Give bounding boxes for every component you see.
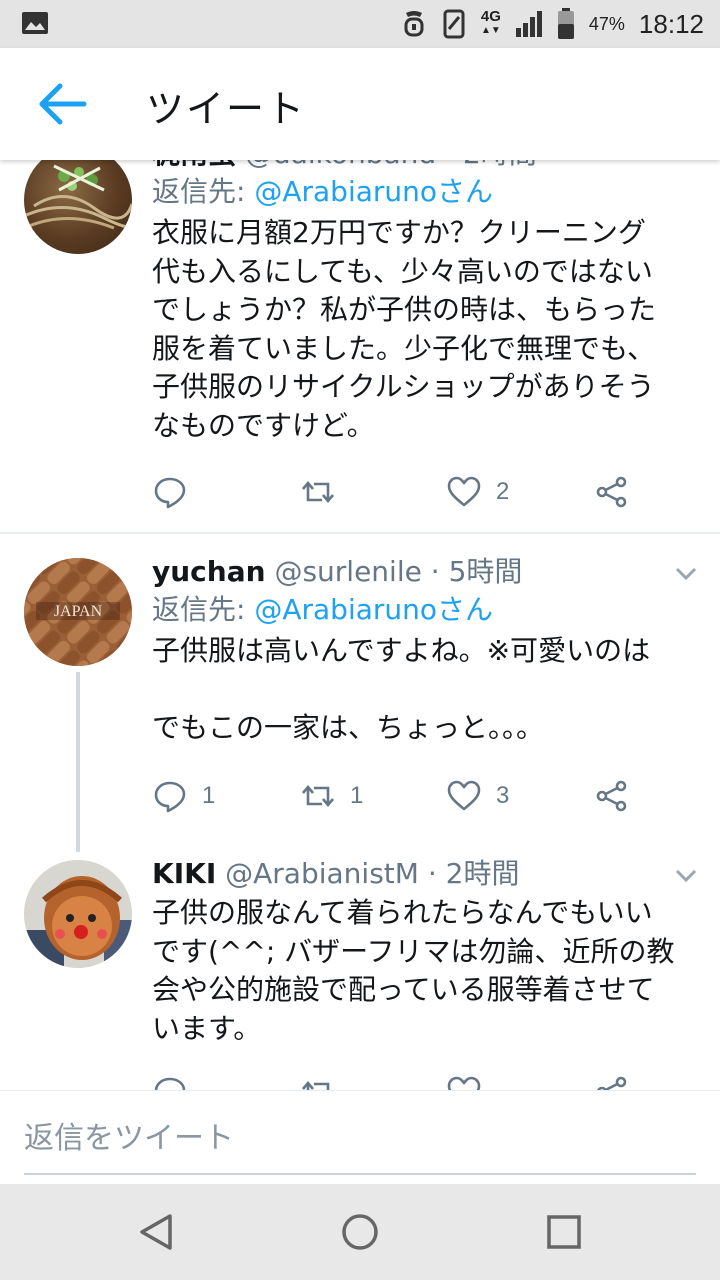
heart-icon [447, 780, 481, 811]
retweet-icon [302, 784, 334, 808]
back-arrow-icon[interactable] [36, 80, 92, 128]
avatar[interactable]: JAPAN [24, 558, 132, 666]
nav-home-icon[interactable] [336, 1208, 384, 1256]
nav-back-icon[interactable] [132, 1208, 180, 1256]
reply-icon [154, 1077, 186, 1090]
battery-icon [557, 8, 574, 39]
avatar-label: JAPAN [54, 603, 103, 620]
user-name[interactable]: 梶南蛍 [152, 160, 236, 170]
retweet-icon [302, 480, 334, 504]
reply-icon [154, 781, 186, 813]
clock: 18:12 [638, 8, 704, 39]
heart-icon [447, 476, 481, 507]
share-button[interactable] [594, 1072, 630, 1090]
image-notification-icon [22, 12, 48, 34]
avatar[interactable] [24, 860, 132, 968]
user-handle[interactable]: @ArabianistM [225, 857, 419, 890]
mention-link[interactable]: @Arabiarunoさん [254, 175, 493, 208]
share-icon [596, 476, 627, 508]
avatar[interactable] [24, 160, 132, 254]
status-bar: 4G ▲▼ 47% 18:12 [0, 0, 720, 48]
chevron-down-icon[interactable] [674, 160, 698, 162]
share-icon [597, 1076, 627, 1090]
character-photo [24, 860, 132, 968]
app-bar: ツイート [0, 48, 720, 160]
reply-button[interactable]: 1 [152, 776, 215, 816]
user-name[interactable]: yuchan [152, 555, 266, 588]
user-handle[interactable]: @daikonband [245, 160, 436, 170]
tweet-time: 2時間 [445, 857, 520, 890]
navigation-bar [0, 1184, 720, 1280]
alarm-icon [404, 11, 424, 37]
tweet-actions: 1 1 3 [152, 776, 652, 816]
retweet-icon [302, 1080, 330, 1090]
like-button[interactable]: 2 [446, 472, 509, 512]
retweet-button[interactable] [300, 472, 350, 512]
reply-button[interactable] [152, 472, 202, 512]
like-button[interactable] [446, 1072, 482, 1090]
tweet-text: 子供の服なんて着られたらなんでもいい です(^^; バザーフリマは勿論、近所の教… [152, 896, 675, 1045]
tweet-time: 5時間 [448, 555, 523, 588]
like-button[interactable]: 3 [446, 776, 509, 816]
reply-icon [154, 477, 186, 509]
mention-link[interactable]: @Arabiarunoさん [254, 593, 493, 626]
retweet-button[interactable]: 1 [300, 776, 363, 816]
thread-connector [76, 672, 80, 852]
status-icons: 4G ▲▼ 47% 18:12 [401, 0, 704, 48]
user-name[interactable]: KIKI [152, 857, 216, 890]
tweet-text: 子供服は高いんですよね。※可愛いのは でもこの一家は、ちょっと。。。 [152, 634, 651, 744]
chevron-down-icon[interactable] [674, 868, 698, 884]
leather-weave-photo: JAPAN [24, 558, 132, 666]
tweet-header: KIKI @ArabianistM · 2時間 [152, 857, 520, 890]
tweet-header: yuchan @surlenile · 5時間 [152, 555, 523, 588]
heart-icon [447, 1076, 481, 1090]
share-button[interactable] [594, 472, 630, 512]
tweet-actions: 2 [152, 472, 652, 512]
signal-icon [515, 11, 542, 37]
user-handle[interactable]: @surlenile [274, 555, 421, 588]
tweet-header: 梶南蛍 @daikonband · 2時間 [152, 160, 696, 172]
retweet-button[interactable] [300, 1072, 336, 1090]
reply-to: 返信先: @Arabiarunoさん [152, 593, 494, 626]
reply-compose-bar: 返信をツイート [0, 1090, 720, 1185]
tweet-time: 2時間 [463, 160, 537, 170]
vibrate-icon [443, 9, 465, 39]
tweet-text: 衣服に月額2万円ですか？クリーニング 代も入るにしても、少々高いのではない でし… [152, 216, 657, 442]
nav-recents-icon[interactable] [540, 1208, 588, 1256]
reply-button[interactable] [152, 1072, 188, 1090]
tweet-feed[interactable]: 梶南蛍 @daikonband · 2時間 返信先: @Arabiarunoさん… [0, 160, 720, 1090]
battery-percent: 47% [588, 13, 625, 34]
tweet-actions [152, 1072, 652, 1090]
network-indicator: 4G ▲▼ [480, 8, 501, 36]
page-title: ツイート [146, 87, 307, 131]
chevron-down-icon[interactable] [674, 566, 698, 582]
share-icon [596, 780, 627, 812]
reply-input[interactable]: 返信をツイート [24, 1113, 696, 1175]
share-button[interactable] [594, 776, 630, 816]
noodle-photo [24, 164, 132, 230]
reply-to: 返信先: @Arabiarunoさん [152, 175, 494, 208]
divider [0, 532, 720, 534]
